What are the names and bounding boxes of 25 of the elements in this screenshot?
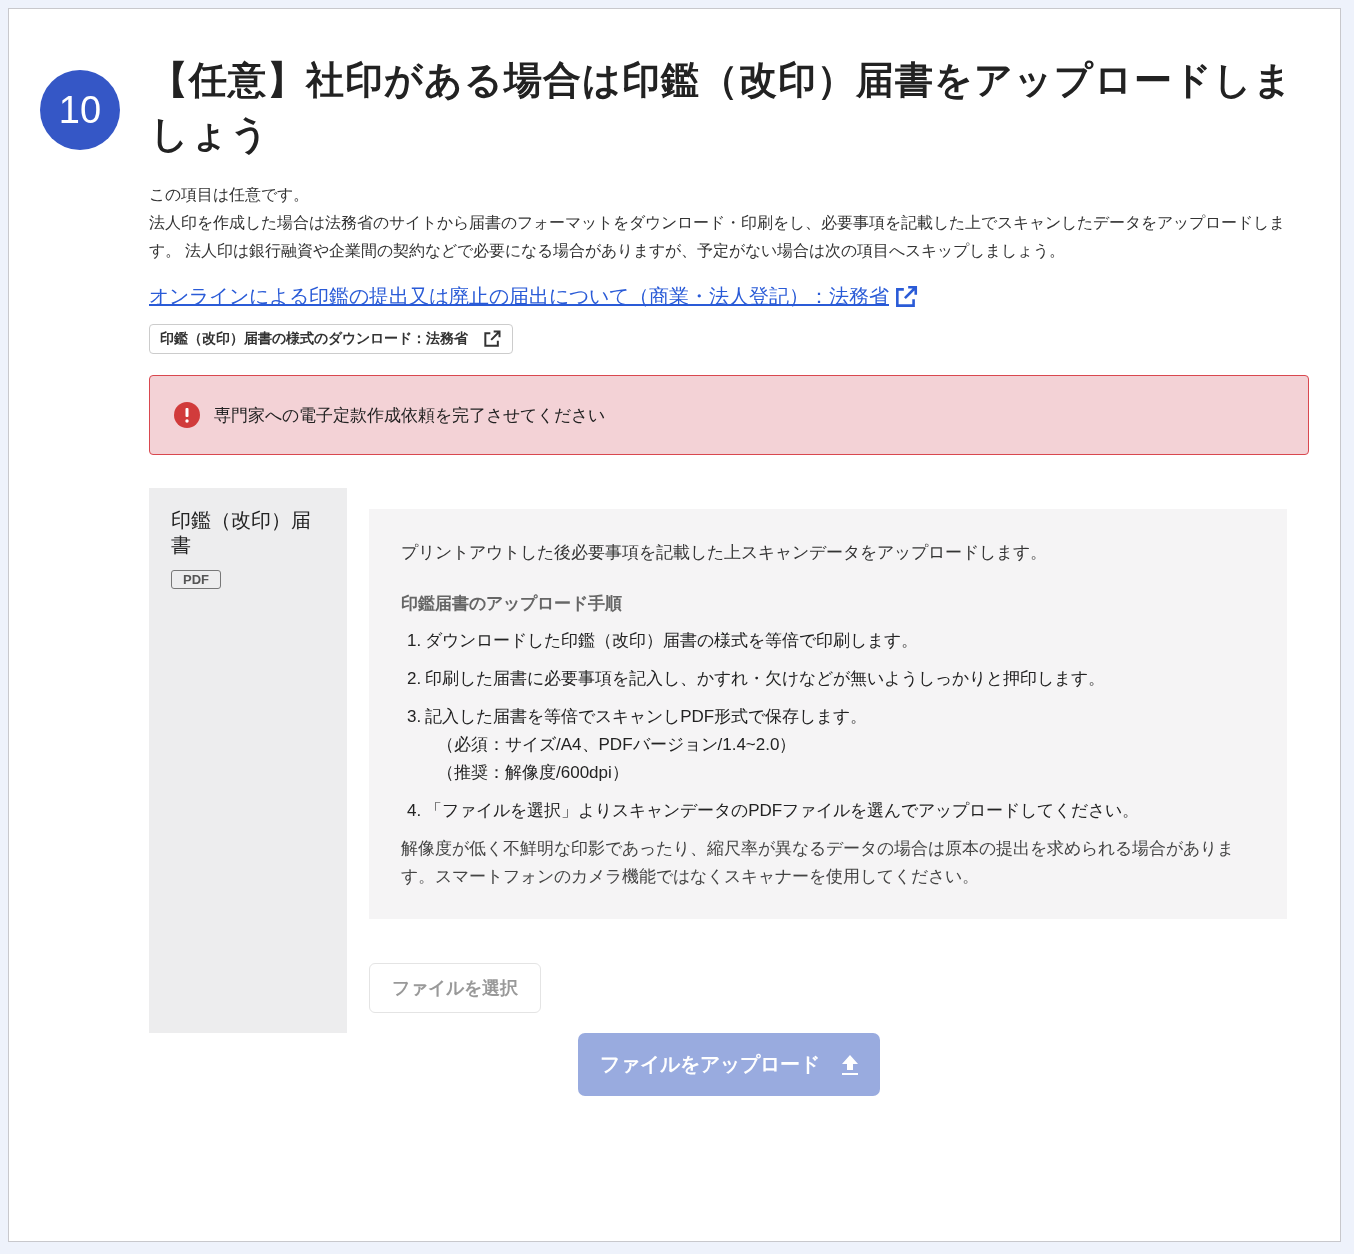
step-text: 印刷した届書に必要事項を記入し、かすれ・欠けなどが無いようしっかりと押印します。 (425, 668, 1106, 690)
step-number: 10 (40, 70, 120, 150)
description-text: この項目は任意です。 (149, 185, 310, 205)
external-link-icon (893, 283, 919, 310)
step-text: 「ファイルを選択」よりスキャンデータのPDFファイルを選んでアップロードしてください。 (425, 800, 1140, 822)
external-link-icon (482, 329, 502, 349)
download-button[interactable]: 印鑑（改印）届書の様式のダウンロード：法務省 (149, 324, 513, 354)
step-text: ダウンロードした印鑑（改印）届書の様式を等倍で印刷します。 (425, 630, 919, 652)
step-title: 【任意】社印がある場合は印鑑（改印）届書をアップロードしましょう (150, 58, 1294, 157)
step-number: 3. (407, 706, 422, 728)
step-note: （必須：サイズ/A4、PDFバージョン/1.4~2.0） (436, 734, 798, 756)
note-text: 解像度が低く不鮮明な印影であったり、縮尺率が異なるデータの場合は原本の提出を求められる場合があります。スマートフォンのカメラ機能ではなくスキャナーを使用してください。 (401, 838, 1235, 888)
error-icon (174, 402, 200, 428)
step-number: 2. (407, 668, 422, 690)
format-tag: PDF (171, 570, 221, 589)
document-name: 印鑑（改印）届書 (171, 508, 312, 558)
step-note: （推奨：解像度/600dpi） (436, 762, 630, 784)
steps-heading: 印鑑届書のアップロード手順 (401, 593, 623, 615)
upload-icon (840, 1053, 860, 1076)
step-number: 4. (407, 800, 422, 822)
step-number: 1. (407, 630, 422, 652)
alert-message: 専門家への電子定款作成依頼を完了させてください (214, 404, 605, 427)
intro-text: プリントアウトした後必要事項を記載した上スキャンデータをアップロードします。 (401, 542, 1048, 564)
description-text: 法人印を作成した場合は法務省のサイトから届書のフォーマットをダウンロード・印刷をし、必要事項を記載した上でスキャンしたデータをアップロードします。 法人印は銀行融資や企業間の契約などで必要になる場合がありますが、予定がない場合は次の項目へスキップしましょう。 (149, 213, 1286, 261)
step-text: 記入した届書を等倍でスキャンしPDF形式で保存します。 (425, 706, 868, 728)
